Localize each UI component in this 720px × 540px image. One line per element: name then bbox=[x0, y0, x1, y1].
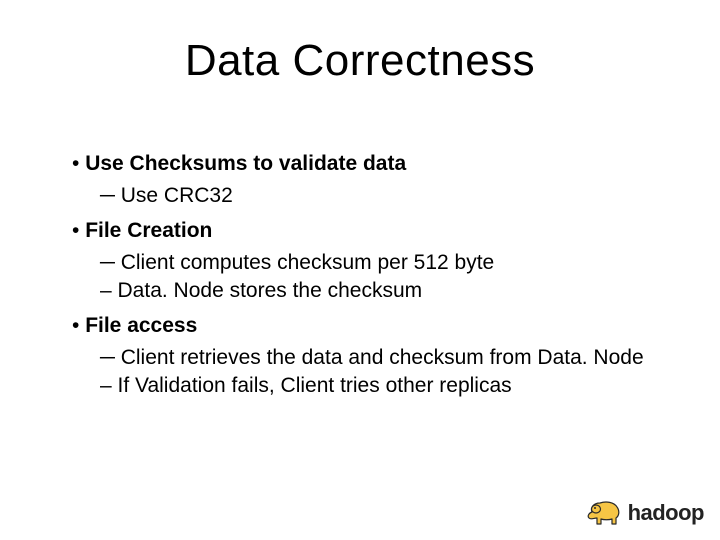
elephant-icon bbox=[586, 498, 622, 528]
slide-body: Use Checksums to validate data ─ Use CRC… bbox=[72, 150, 660, 407]
bullet-l1-text: Use Checksums to validate data bbox=[85, 152, 406, 175]
bullet-l1: File access bbox=[72, 312, 660, 340]
slide-title: Data Correctness bbox=[0, 36, 720, 86]
bullet-file-access: File access ─ Client retrieves the data … bbox=[72, 312, 660, 401]
bullet-l2: ─ Client computes checksum per 512 byte bbox=[100, 249, 660, 277]
bullet-l2: ─ Client retrieves the data and checksum… bbox=[100, 344, 660, 372]
bullet-l1: Use Checksums to validate data bbox=[72, 150, 660, 178]
bullet-l1: File Creation bbox=[72, 217, 660, 245]
hadoop-logo: hadoop bbox=[586, 498, 704, 528]
slide: Data Correctness Use Checksums to valida… bbox=[0, 0, 720, 540]
bullet-l2: Data. Node stores the checksum bbox=[100, 277, 660, 305]
bullet-checksums: Use Checksums to validate data ─ Use CRC… bbox=[72, 150, 660, 211]
bullet-l2-text: Client retrieves the data and checksum f… bbox=[121, 346, 644, 369]
bullet-l2-text: If Validation fails, Client tries other … bbox=[118, 374, 512, 397]
bullet-file-creation: File Creation ─ Client computes checksum… bbox=[72, 217, 660, 306]
bullet-l2: ─ Use CRC32 bbox=[100, 182, 660, 210]
bullet-l2: If Validation fails, Client tries other … bbox=[100, 372, 660, 400]
bullet-l1-text: File Creation bbox=[85, 219, 212, 242]
bullet-l2-text: Use CRC32 bbox=[121, 184, 233, 207]
hadoop-logo-text: hadoop bbox=[628, 500, 704, 526]
bullet-l1-text: File access bbox=[85, 314, 197, 337]
bullet-l2-text: Data. Node stores the checksum bbox=[118, 279, 423, 302]
bullet-l2-text: Client computes checksum per 512 byte bbox=[121, 251, 495, 274]
